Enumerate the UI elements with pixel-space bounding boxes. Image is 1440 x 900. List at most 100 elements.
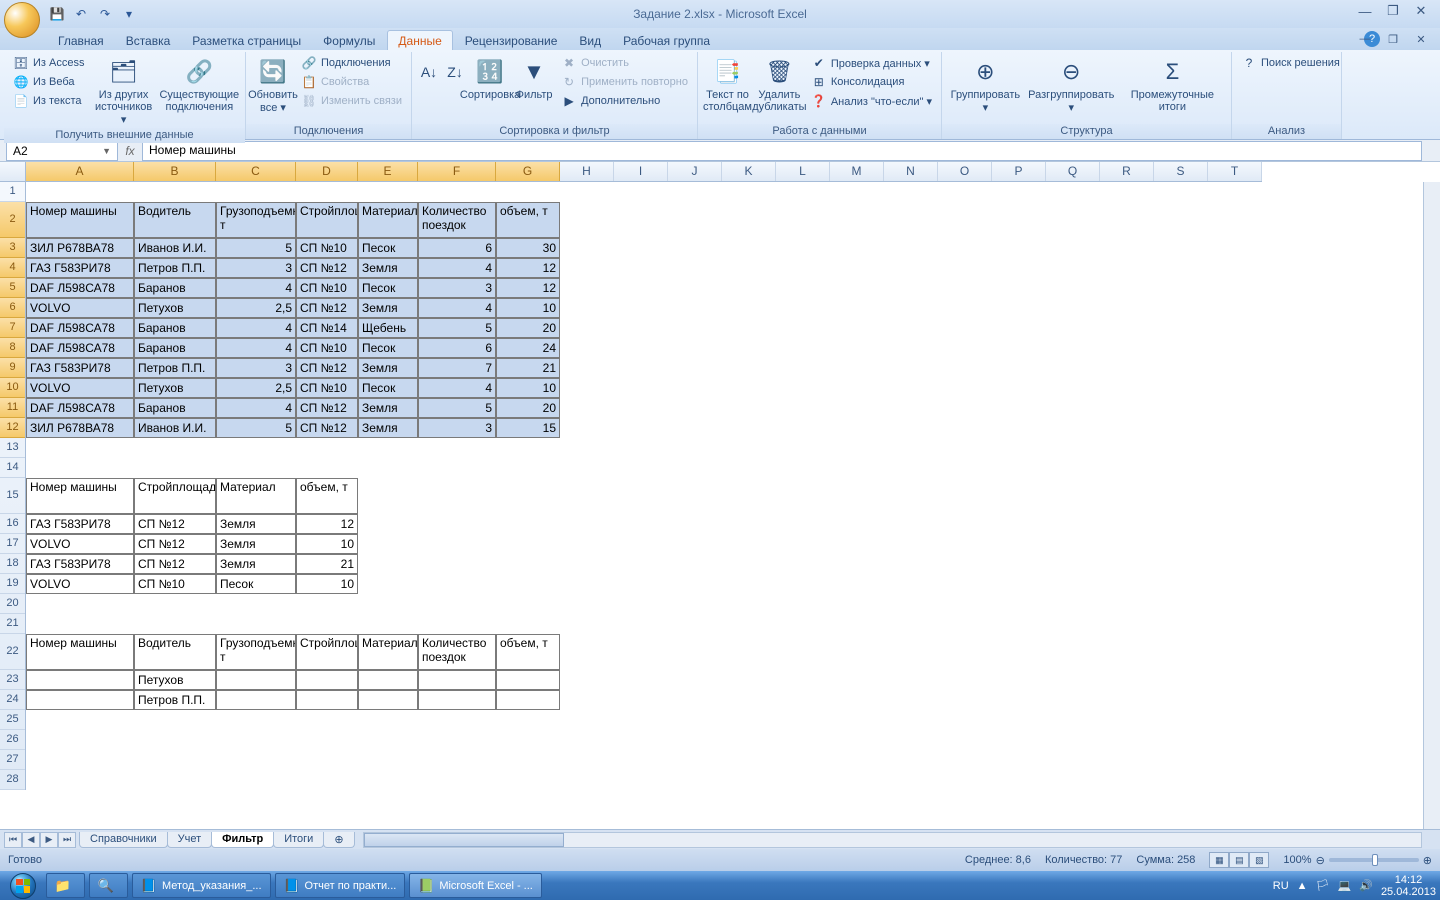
cell[interactable]: 10 [296, 534, 358, 554]
row-header[interactable]: 14 [0, 458, 25, 478]
row-header[interactable]: 24 [0, 690, 25, 710]
from-text-button[interactable]: 📄Из текста [10, 92, 87, 110]
cell[interactable]: Земля [216, 534, 296, 554]
data-validation-button[interactable]: ✔Проверка данных ▾ [808, 54, 935, 72]
cell[interactable]: 2,5 [216, 378, 296, 398]
taskbar-item[interactable]: 📘Метод_указания_... [132, 873, 271, 898]
cell[interactable]: Петухов [134, 378, 216, 398]
sheet-nav-prev[interactable]: ◀ [22, 832, 40, 848]
what-if-button[interactable]: ❓Анализ "что-если" ▾ [808, 92, 935, 110]
column-header[interactable]: P [992, 162, 1046, 181]
sheet-tab[interactable]: Справочники [79, 832, 168, 848]
zoom-slider[interactable] [1329, 858, 1419, 862]
cell[interactable]: Песок [358, 278, 418, 298]
cell[interactable]: Грузоподъемность, т [216, 634, 296, 670]
normal-view-button[interactable]: ▦ [1209, 852, 1229, 868]
qat-dropdown-icon[interactable]: ▾ [120, 5, 138, 23]
volume-icon[interactable]: 🔊 [1359, 879, 1373, 892]
row-header[interactable]: 26 [0, 730, 25, 750]
zoom-out-button[interactable]: ⊖ [1316, 854, 1325, 867]
cell[interactable]: ЗИЛ Р678ВА78 [26, 238, 134, 258]
workbook-restore-button[interactable]: ❐ [1380, 30, 1406, 48]
cell[interactable]: Щебень [358, 318, 418, 338]
cell[interactable] [26, 690, 134, 710]
sheet-nav-first[interactable]: ⏮ [4, 832, 22, 848]
ribbon-tab-6[interactable]: Вид [569, 31, 611, 50]
scrollbar-thumb[interactable] [364, 833, 564, 847]
cell[interactable]: 4 [216, 338, 296, 358]
column-header[interactable]: C [216, 162, 296, 181]
advanced-filter-button[interactable]: ▶Дополнительно [558, 92, 691, 110]
cell[interactable]: 12 [496, 258, 560, 278]
cell[interactable] [296, 670, 358, 690]
row-header[interactable]: 21 [0, 614, 25, 634]
cell[interactable]: Земля [358, 358, 418, 378]
solver-button[interactable]: ?Поиск решения [1238, 54, 1343, 72]
column-header[interactable]: O [938, 162, 992, 181]
cell[interactable] [296, 690, 358, 710]
cell[interactable]: 12 [496, 278, 560, 298]
select-all-corner[interactable] [0, 162, 26, 182]
row-header[interactable]: 22 [0, 634, 25, 670]
zoom-thumb[interactable] [1372, 854, 1378, 866]
row-header[interactable]: 11 [0, 398, 25, 418]
cell[interactable] [358, 670, 418, 690]
cell[interactable]: DAF Л598СА78 [26, 318, 134, 338]
row-header[interactable]: 20 [0, 594, 25, 614]
connections-button[interactable]: 🔗Подключения [298, 54, 405, 72]
cell[interactable]: СП №12 [134, 514, 216, 534]
page-layout-button[interactable]: ▤ [1229, 852, 1249, 868]
cell[interactable]: СП №12 [134, 534, 216, 554]
row-header[interactable]: 13 [0, 438, 25, 458]
cell[interactable]: 5 [418, 398, 496, 418]
row-header[interactable]: 28 [0, 770, 25, 790]
cell[interactable] [26, 670, 134, 690]
row-header[interactable]: 4 [0, 258, 25, 278]
cell[interactable]: Земля [358, 398, 418, 418]
minimize-button[interactable]: — [1352, 2, 1378, 20]
cell[interactable]: объем, т [496, 202, 560, 238]
row-header[interactable]: 25 [0, 710, 25, 730]
cell[interactable]: Иванов И.И. [134, 418, 216, 438]
sort-button[interactable]: 🔢Сортировка [470, 54, 510, 103]
cell[interactable]: 10 [496, 298, 560, 318]
from-access-button[interactable]: 🗄Из Access [10, 54, 87, 72]
ungroup-button[interactable]: ⊖Разгруппировать ▾ [1027, 54, 1116, 116]
column-header[interactable]: M [830, 162, 884, 181]
column-header[interactable]: T [1208, 162, 1262, 181]
cell[interactable]: VOLVO [26, 534, 134, 554]
cell[interactable] [216, 690, 296, 710]
column-header[interactable]: G [496, 162, 560, 181]
existing-connections-button[interactable]: 🔗Существующие подключения [160, 54, 239, 115]
cell[interactable]: Баранов [134, 278, 216, 298]
cell[interactable]: СП №10 [296, 338, 358, 358]
cell[interactable]: Количество поездок [418, 202, 496, 238]
subtotal-button[interactable]: ΣПромежуточные итоги [1120, 54, 1225, 115]
cell[interactable]: объем, т [296, 478, 358, 514]
fx-icon[interactable]: fx [118, 144, 142, 158]
cell[interactable]: Петров П.П. [134, 358, 216, 378]
cell[interactable]: 15 [496, 418, 560, 438]
redo-icon[interactable]: ↷ [96, 5, 114, 23]
cell[interactable]: 5 [418, 318, 496, 338]
column-header[interactable]: D [296, 162, 358, 181]
cell[interactable]: Материал [358, 202, 418, 238]
taskbar-item[interactable]: 📁 [46, 873, 85, 898]
cell[interactable]: 4 [418, 298, 496, 318]
filter-button[interactable]: ▼Фильтр [514, 54, 554, 103]
from-web-button[interactable]: 🌐Из Веба [10, 73, 87, 91]
sort-asc-button[interactable]: A↓ [418, 54, 440, 91]
cell[interactable]: 2,5 [216, 298, 296, 318]
cell[interactable]: 21 [496, 358, 560, 378]
cell[interactable]: 20 [496, 398, 560, 418]
cell[interactable]: 3 [216, 258, 296, 278]
cell[interactable] [358, 690, 418, 710]
new-sheet-button[interactable]: ⊕ [323, 832, 354, 848]
row-header[interactable]: 5 [0, 278, 25, 298]
name-box[interactable]: A2 ▼ [6, 141, 118, 161]
office-button[interactable] [4, 2, 40, 38]
cell[interactable]: DAF Л598СА78 [26, 278, 134, 298]
column-header[interactable]: Q [1046, 162, 1100, 181]
cell[interactable]: 6 [418, 338, 496, 358]
group-button[interactable]: ⊕Группировать ▾ [948, 54, 1023, 116]
